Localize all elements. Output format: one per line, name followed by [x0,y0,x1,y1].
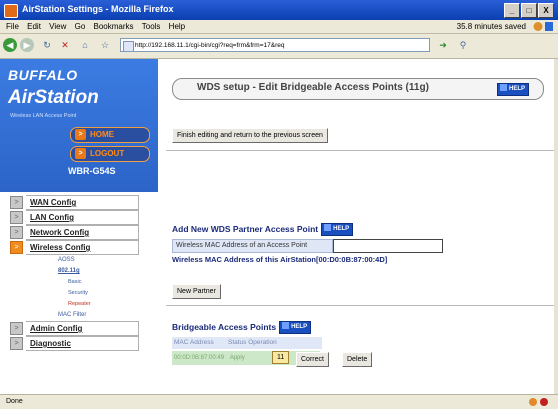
model-name: WBR-G54S [68,166,116,176]
sidebar-item-wan-config[interactable]: > WAN Config [0,195,158,210]
status-text: Done [6,398,23,405]
navigation-toolbar: ◀ ▶ ↻ ✕ ⌂ ☆ http://192.168.11.1/cgi-bin/… [0,34,558,59]
submenu-security[interactable]: Security [0,288,158,299]
divider [166,150,554,151]
buffalo-logo: BUFFALO [8,67,78,83]
status-icons [529,398,548,406]
sidebar-item-label: Wireless Config [26,240,139,255]
sidebar-item-lan-config[interactable]: > LAN Config [0,210,158,225]
help-button[interactable]: HELP [279,321,312,334]
scrollbar[interactable] [554,59,558,394]
close-button[interactable]: X [538,3,554,18]
help-button[interactable]: HELP [321,223,354,236]
logout-button[interactable]: > LOGOUT [70,146,150,162]
sidebar-item-wireless-config[interactable]: > Wireless Config [0,240,158,255]
sidebar-item-label: Diagnostic [26,336,139,351]
menu-file[interactable]: File [6,20,19,33]
divider [166,305,554,306]
correct-button[interactable]: Correct [296,352,329,367]
column-header: Status Operation [226,337,322,349]
browser-window: AirStation Settings - Mozilla Firefox _ □… [0,0,558,409]
bookmark-icon[interactable]: ☆ [98,38,112,52]
menu-edit[interactable]: Edit [27,20,41,33]
mac-address-label: Wireless MAC Address of an Access Point [172,239,333,253]
submenu-mac-filter[interactable]: MAC Filter [0,310,158,321]
submenu-802-11g[interactable]: 802.11g [0,266,158,277]
menu-view[interactable]: View [49,20,66,33]
finish-editing-button[interactable]: Finish editing and return to the previou… [172,128,328,143]
submenu-repeater[interactable]: Repeater [0,299,158,310]
question-icon [324,224,332,231]
bridgeable-title: Bridgeable Access Points HELP [172,321,312,334]
page-header: WDS setup - Edit Bridgeable Access Point… [172,78,544,100]
help-button[interactable]: HELP [496,83,529,96]
go-icon[interactable]: ➜ [436,38,450,52]
sidebar-item-network-config[interactable]: > Network Config [0,225,158,240]
sidebar-menu: > WAN Config > LAN Config > Network Conf… [0,195,158,351]
page-content: BUFFALO AirStation Wireless LAN Access P… [0,59,554,394]
expand-icon: > [10,337,23,350]
airstation-logo: AirStation [8,87,99,108]
delete-button[interactable]: Delete [342,352,373,367]
expand-icon: > [10,322,23,335]
home-icon[interactable]: ⌂ [78,38,92,52]
saved-status: 35.8 minutes saved [456,22,526,31]
sidebar-item-admin-config[interactable]: > Admin Config [0,321,158,336]
menu-help[interactable]: Help [169,20,185,33]
search-icon[interactable]: ⚲ [456,38,470,52]
minimize-button[interactable]: _ [504,3,520,18]
this-airstation-mac: Wireless MAC Address of this AirStation[… [172,255,388,264]
add-partner-title: Add New WDS Partner Access Point HELP [172,223,354,236]
expand-icon: > [10,226,23,239]
menu-bookmarks[interactable]: Bookmarks [94,20,134,33]
window-title: AirStation Settings - Mozilla Firefox [22,4,174,14]
expand-icon: > [10,196,23,209]
sidebar-item-diagnostic[interactable]: > Diagnostic [0,336,158,351]
home-button[interactable]: > HOME [70,127,150,143]
expand-icon: > [10,241,23,254]
stop-icon[interactable]: ✕ [58,38,72,52]
tagline: Wireless LAN Access Point [10,113,77,119]
arrow-right-icon: > [75,129,86,140]
page-title: WDS setup - Edit Bridgeable Access Point… [197,82,429,93]
mac-address-input[interactable] [333,239,443,253]
sidebar-item-label: WAN Config [26,195,139,210]
sidebar-item-label: Network Config [26,225,139,240]
status-bar: Done [0,394,558,409]
reload-icon[interactable]: ↻ [40,38,54,52]
menu-go[interactable]: Go [75,20,86,33]
mac-cell: 00:0D:0B:87:00:49 [174,355,225,361]
maximize-button[interactable]: □ [521,3,537,18]
new-partner-button[interactable]: New Partner [172,284,221,299]
throbber-icon [533,22,553,31]
menu-tools[interactable]: Tools [142,20,161,33]
back-icon[interactable]: ◀ [3,38,17,52]
menu-bar: File Edit View Go Bookmarks Tools Help 3… [0,20,558,34]
submenu-basic[interactable]: Basic [0,277,158,288]
address-text: http://192.168.11.1/cgi-bin/cgi?req=frm&… [135,42,285,49]
brand-panel: BUFFALO AirStation Wireless LAN Access P… [0,59,158,192]
main-panel: WDS setup - Edit Bridgeable Access Point… [158,59,554,394]
title-bar: AirStation Settings - Mozilla Firefox _ □… [0,0,558,20]
column-header: MAC Address [172,337,226,349]
page-icon [123,41,134,51]
question-icon [499,84,507,91]
submenu-aoss[interactable]: AOSS [0,255,158,266]
sidebar-item-label: Admin Config [26,321,139,336]
firefox-icon [4,4,18,18]
forward-icon[interactable]: ▶ [20,38,34,52]
address-bar[interactable]: http://192.168.11.1/cgi-bin/cgi?req=frm&… [120,38,430,52]
question-icon [282,322,290,329]
sidebar-item-label: LAN Config [26,210,139,225]
expand-icon: > [10,211,23,224]
arrow-right-icon: > [75,148,86,159]
sidebar: BUFFALO AirStation Wireless LAN Access P… [0,59,158,394]
status-cell: Apply [229,355,245,361]
count-badge: 11 [272,351,290,364]
